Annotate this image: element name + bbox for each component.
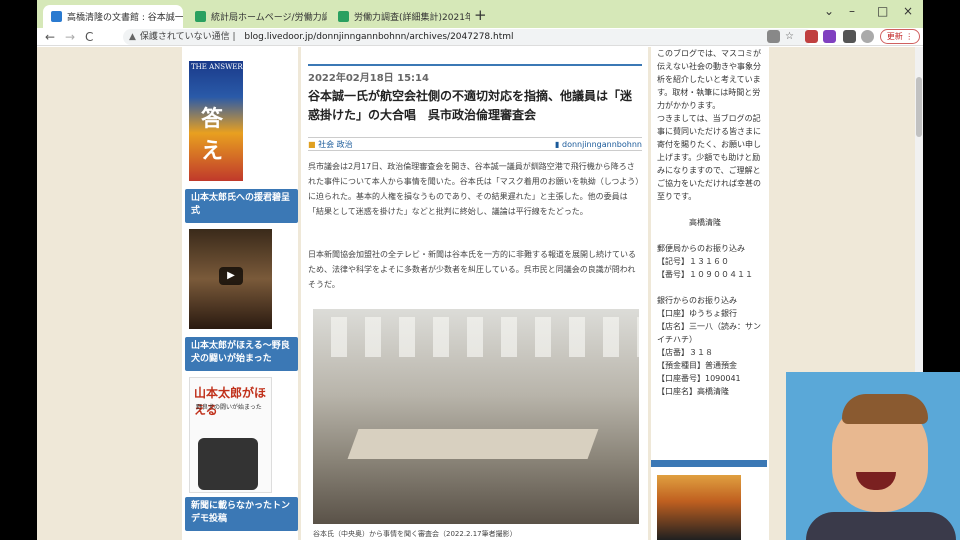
tab-blog[interactable]: 高橋清隆の文書館 : 谷本誠一氏が… × — [43, 5, 183, 28]
play-icon[interactable]: ▶ — [219, 267, 243, 285]
webcam-hair — [842, 394, 928, 424]
webcam-overlay — [786, 372, 960, 540]
sidebar-heading-posts[interactable]: 新聞に載らなかったトンデモ投稿 — [185, 497, 298, 531]
extension-icon[interactable] — [805, 30, 818, 43]
webcam-shirt — [806, 512, 956, 540]
toolbar: ← → C ▲ 保護されていない通信 | blog.livedoor.jp/don… — [37, 28, 923, 46]
tab-search-icon[interactable]: ⌄ — [824, 4, 834, 18]
tab-bar: 高橋清隆の文書館 : 谷本誠一氏が… × 統計局ホームページ/労働力調査（基本…… — [37, 0, 923, 28]
paragraph-2: 日本新聞協会加盟社の全テレビ・新聞は谷本氏を一方的に非難する報道を展開し続けてい… — [308, 250, 636, 289]
address-bar[interactable]: ▲ 保護されていない通信 | blog.livedoor.jp/donnjinng… — [123, 29, 813, 45]
tab-title: 統計局ホームページ/労働力調査（基本… — [211, 13, 327, 23]
tab-stat[interactable]: 統計局ホームページ/労働力調査（基本… × — [187, 5, 327, 28]
book-subtitle: 野良犬の闘いが始まった — [196, 404, 262, 411]
tab-labor[interactable]: 労働力調査(詳細集計)2021年(令和… × — [330, 5, 470, 28]
post-title[interactable]: 谷本誠一氏が航空会社側の不適切対応を指摘、他議員は「迷惑掛けた」の大合唱 呉市政… — [308, 87, 638, 125]
post-date: 2022年02月18日 15:14 — [308, 73, 429, 84]
book-title: THE ANSWER — [191, 63, 243, 71]
sidebar-heading-ceremony[interactable]: 山本太郎氏への援君碧呈式 — [185, 189, 298, 223]
stat-favicon-icon — [195, 11, 206, 22]
book-cover-hoeru[interactable]: 山本太郎がほえる 野良犬の闘いが始まった — [189, 377, 272, 493]
tab-title: 高橋清隆の文書館 : 谷本誠一氏が… — [67, 13, 183, 23]
new-tab-button[interactable]: + — [474, 6, 487, 24]
ceiling-lights — [313, 317, 639, 357]
book-photo — [198, 438, 258, 490]
folder-icon: ■ — [308, 140, 316, 149]
donation-text: このブログでは、マスコミが伝えない社会の動きや事象分析を紹介したいと考えています… — [657, 49, 761, 396]
minimize-button[interactable]: – — [849, 4, 855, 18]
sidebar-photo[interactable] — [657, 475, 741, 540]
post-meta: ■ 社会 政治 ▮ donnjinngannbohnn — [308, 137, 642, 151]
author-name: donnjinngannbohnn — [561, 140, 642, 149]
sidebar-heading-bar — [651, 460, 767, 467]
url-text: blog.livedoor.jp/donnjinngannbohnn/archi… — [244, 32, 514, 42]
divider — [308, 64, 642, 66]
divider: | — [229, 32, 239, 42]
category-links[interactable]: 社会 政治 — [318, 140, 353, 149]
author-link[interactable]: ▮ donnjinngannbohnn — [555, 138, 642, 152]
scrollbar-thumb[interactable] — [916, 77, 922, 137]
update-label: 更新 — [886, 32, 903, 41]
article-photo[interactable] — [313, 309, 639, 524]
paragraph-1: 呉市議会は2月17日、政治倫理審査会を開き、谷本誠一議員が釧路空港で飛行機から降… — [308, 162, 640, 216]
extension-icon[interactable] — [823, 30, 836, 43]
author-icon: ▮ — [555, 140, 562, 149]
book-cover-answer[interactable]: THE ANSWER 答え — [189, 61, 243, 181]
bookmark-star-icon[interactable]: ☆ — [785, 28, 794, 46]
back-button[interactable]: ← — [45, 28, 55, 46]
video-thumbnail[interactable]: ▶ — [189, 229, 272, 329]
sidebar-heading-book[interactable]: 山本太郎がほえる～野良犬の闘いが始まった — [185, 337, 298, 371]
book-kanji: 答え — [201, 106, 224, 164]
security-label: 保護されていない通信 — [139, 32, 230, 42]
close-window-button[interactable]: × — [903, 4, 913, 18]
tab-title: 労働力調査(詳細集計)2021年(令和… — [354, 13, 470, 23]
photo-caption: 谷本氏（中央奥）から事情を聞く審査会（2022.2.17筆者撮影） — [313, 530, 517, 538]
update-button[interactable]: 更新 ⋮ — [880, 29, 920, 44]
install-icon[interactable] — [767, 30, 780, 43]
profile-icon[interactable] — [861, 30, 874, 43]
forward-button[interactable]: → — [65, 28, 75, 46]
warning-icon[interactable]: ▲ — [129, 32, 136, 42]
reload-button[interactable]: C — [85, 28, 93, 46]
maximize-button[interactable]: □ — [877, 4, 888, 18]
blog-favicon-icon — [51, 11, 62, 22]
page-content: THE ANSWER 答え 山本太郎氏への援君碧呈式 ▶ 山本太郎がほえる～野良… — [37, 47, 915, 540]
book-title: 山本太郎がほえる — [194, 386, 267, 417]
meeting-table — [347, 429, 599, 459]
puzzle-icon[interactable] — [843, 30, 856, 43]
stat-favicon-icon — [338, 11, 349, 22]
